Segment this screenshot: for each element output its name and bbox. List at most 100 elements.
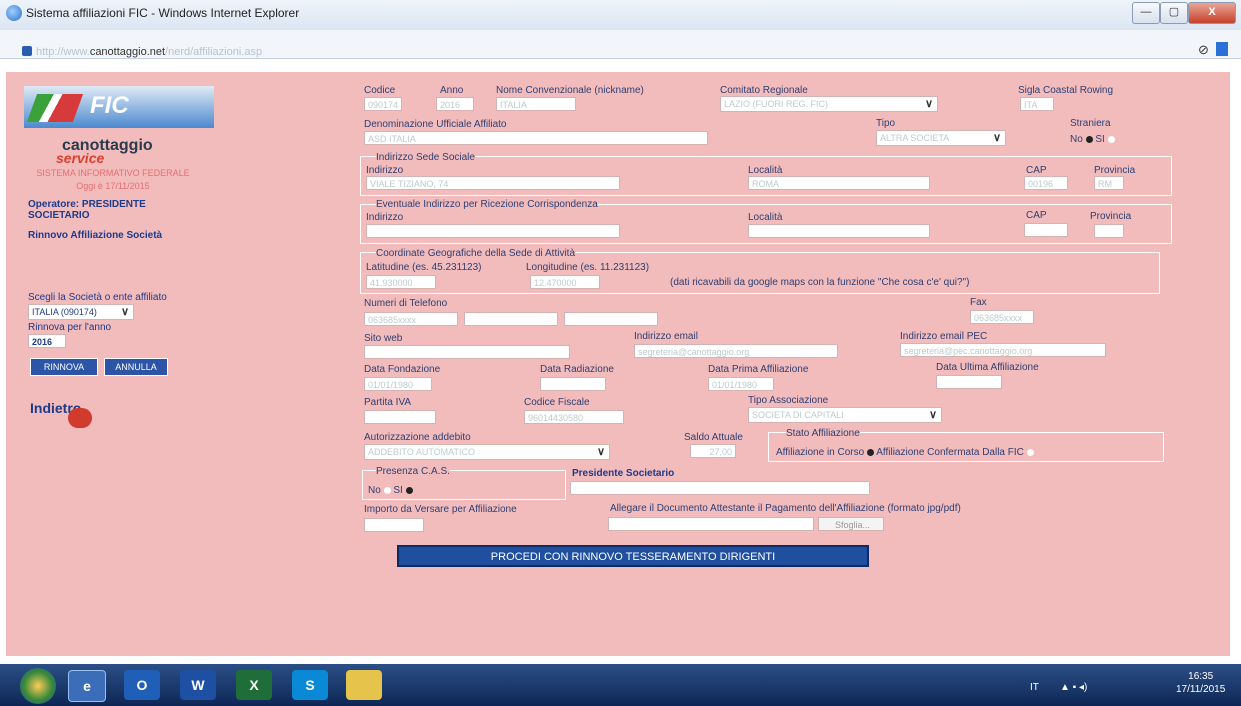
user-icon[interactable] <box>1216 42 1228 56</box>
in-corso-radio[interactable] <box>866 448 874 456</box>
excel-taskbar-icon[interactable]: X <box>236 670 272 700</box>
fax-field[interactable]: 063685xxxx <box>970 310 1034 324</box>
localita-field[interactable]: ROMA <box>748 176 930 190</box>
system-info: SISTEMA INFORMATIVO FEDERALE Oggi è 17/11… <box>36 168 190 191</box>
codice-field[interactable]: 090174 <box>364 97 402 111</box>
renew-year-field[interactable]: 2016 <box>28 334 66 348</box>
telefono-field-1[interactable]: 063685xxxx <box>364 312 458 326</box>
cap-field[interactable]: 00196 <box>1024 176 1068 190</box>
cancel-button[interactable]: ANNULLA <box>104 358 168 376</box>
telefono-field-2[interactable] <box>464 312 558 326</box>
pec-label: Indirizzo email PEC <box>900 331 988 342</box>
radiazione-field[interactable] <box>540 377 606 391</box>
importo-label: Importo da Versare per Affiliazione <box>364 504 517 515</box>
start-button[interactable] <box>20 668 56 704</box>
nickname-label: Nome Convenzionale (nickname) <box>496 85 644 96</box>
browse-button[interactable]: Sfoglia... <box>818 517 884 531</box>
procedi-button[interactable]: PROCEDI CON RINNOVO TESSERAMENTO DIRIGEN… <box>397 545 869 567</box>
operator-label: Operatore: PRESIDENTE SOCIETARIO <box>28 199 146 221</box>
denominazione-field[interactable]: ASD ITALIA <box>364 131 708 145</box>
allegare-label: Allegare il Documento Attestante il Paga… <box>610 503 961 514</box>
corr-indirizzo-field[interactable] <box>366 224 620 238</box>
cas-si-radio[interactable] <box>405 486 413 494</box>
minimize-button[interactable]: — <box>1132 2 1160 24</box>
anno-field[interactable]: 2016 <box>436 97 474 111</box>
outlook-taskbar-icon[interactable]: O <box>124 670 160 700</box>
choose-society-label: Scegli la Società o ente affiliato <box>28 292 167 303</box>
tipo-associazione-label: Tipo Associazione <box>748 395 829 406</box>
straniera-radio-group: No SI <box>1070 134 1115 145</box>
ie-taskbar-icon[interactable]: e <box>68 670 106 702</box>
ultima-affiliazione-label: Data Ultima Affiliazione <box>936 362 1039 373</box>
saldo-label: Saldo Attuale <box>684 432 743 443</box>
straniera-label: Straniera <box>1070 118 1111 129</box>
nickname-field[interactable]: ITALIA <box>496 97 576 111</box>
tipo-select[interactable]: ALTRA SOCIETA ∨ <box>876 130 1006 146</box>
pec-field[interactable]: segreteria@pec.canottaggio.org <box>900 343 1106 357</box>
cf-field[interactable]: 96014430580 <box>524 410 624 424</box>
comitato-select[interactable]: LAZIO (FUORI REG. FIC) ∨ <box>720 96 938 112</box>
saldo-field[interactable]: 27,00 <box>690 444 736 458</box>
presidente-field[interactable] <box>570 481 870 495</box>
corr-localita-field[interactable] <box>748 224 930 238</box>
tray-icons[interactable]: ▲ ▪ ◂) <box>1060 682 1087 693</box>
autorizzazione-select[interactable]: ADDEBITO AUTOMATICO ∨ <box>364 444 610 460</box>
brand-service: service <box>56 150 105 166</box>
ultima-affiliazione-field[interactable] <box>936 375 1002 389</box>
back-arrow-icon[interactable] <box>68 408 92 428</box>
file-path-field[interactable] <box>608 517 814 531</box>
chevron-down-icon: ∨ <box>120 306 129 318</box>
page-icon <box>22 46 32 56</box>
email-field[interactable]: segreteria@canottaggio.org <box>634 344 838 358</box>
importo-field[interactable] <box>364 518 424 532</box>
corr-cap-field[interactable] <box>1024 223 1068 237</box>
renew-button[interactable]: RINNOVA <box>30 358 98 376</box>
indirizzo-label: Indirizzo <box>366 165 404 176</box>
sito-field[interactable] <box>364 345 570 359</box>
latitude-field[interactable]: 41.930000 <box>366 275 436 289</box>
coordinate-note: (dati ricavabili da google maps con la f… <box>670 277 970 288</box>
coordinate-title: Coordinate Geografiche della Sede di Att… <box>376 248 576 259</box>
piva-label: Partita IVA <box>364 397 412 408</box>
address-url[interactable]: http://www.canottaggio.net/nerd/affiliaz… <box>36 46 262 58</box>
email-label: Indirizzo email <box>634 331 698 342</box>
tipo-label: Tipo <box>876 118 896 129</box>
stato-label: Stato Affiliazione <box>786 428 860 439</box>
fondazione-field[interactable]: 01/01/1980 <box>364 377 432 391</box>
window-title: Sistema affiliazioni FIC - Windows Inter… <box>26 6 300 20</box>
autorizzazione-label: Autorizzazione addebito <box>364 432 471 443</box>
language-indicator[interactable]: IT <box>1030 682 1039 693</box>
confermata-radio[interactable] <box>1026 448 1034 456</box>
maximize-button[interactable]: ▢ <box>1160 2 1188 24</box>
section-title: Rinnovo Affiliazione Società <box>28 230 163 241</box>
system-clock[interactable]: 16:35 17/11/2015 <box>1176 670 1225 696</box>
indirizzo-field[interactable]: VIALE TIZIANO, 74 <box>366 176 620 190</box>
corr-localita-label: Località <box>748 212 783 223</box>
corr-provincia-field[interactable] <box>1094 224 1124 238</box>
tipo-associazione-select[interactable]: SOCIETA DI CAPITALI ∨ <box>748 407 942 423</box>
telefono-field-3[interactable] <box>564 312 658 326</box>
folder-taskbar-icon[interactable] <box>346 670 382 700</box>
close-button[interactable]: X <box>1188 2 1236 24</box>
provincia-label: Provincia <box>1094 165 1136 176</box>
straniera-si-radio[interactable] <box>1107 135 1115 143</box>
prima-affiliazione-field[interactable]: 01/01/1980 <box>708 377 774 391</box>
blocked-icon[interactable]: ⊘ <box>1198 42 1209 58</box>
ie-icon <box>6 5 22 21</box>
denominazione-label: Denominazione Ufficiale Affiliato <box>364 119 507 130</box>
sigla-label: Sigla Coastal Rowing <box>1018 85 1114 96</box>
corr-provincia-label: Provincia <box>1090 211 1132 222</box>
corrispondenza-title: Eventuale Indirizzo per Ricezione Corris… <box>376 199 598 210</box>
sigla-field[interactable]: ITA <box>1020 97 1054 111</box>
straniera-no-radio[interactable] <box>1085 135 1093 143</box>
longitude-field[interactable]: 12.470000 <box>530 275 600 289</box>
skype-taskbar-icon[interactable]: S <box>292 670 328 700</box>
cas-no-radio[interactable] <box>383 486 391 494</box>
word-taskbar-icon[interactable]: W <box>180 670 216 700</box>
provincia-field[interactable]: RM <box>1094 176 1124 190</box>
chevron-down-icon: ∨ <box>992 132 1001 144</box>
corr-cap-label: CAP <box>1026 210 1047 221</box>
society-select[interactable]: ITALIA (090174) ∨ <box>28 304 134 320</box>
latitude-label: Latitudine (es. 45.231123) <box>366 262 482 273</box>
piva-field[interactable] <box>364 410 436 424</box>
